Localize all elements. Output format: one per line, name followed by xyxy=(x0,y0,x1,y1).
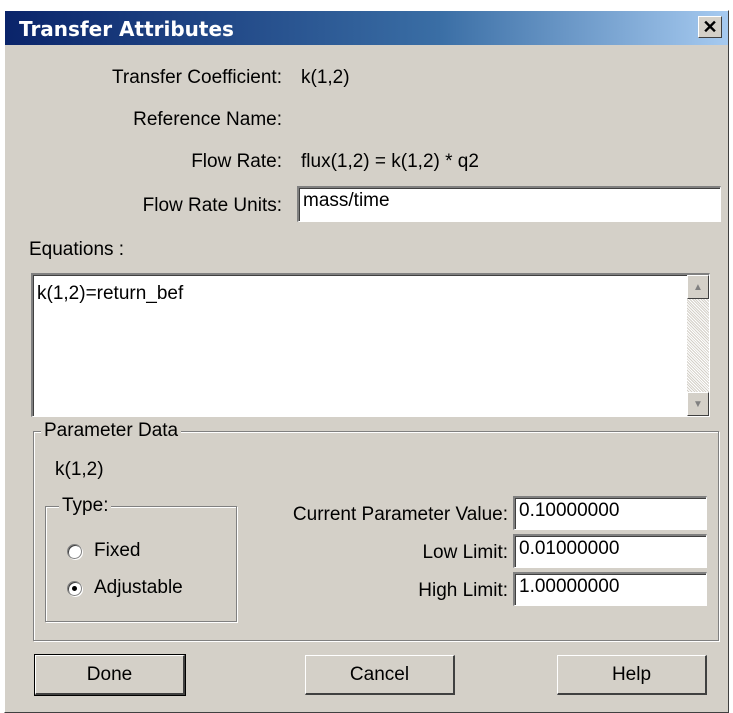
flow-rate-label: Flow Rate: xyxy=(191,151,282,172)
transfer-coefficient-value: k(1,2) xyxy=(301,67,350,88)
radio-adjustable-label: Adjustable xyxy=(94,577,183,598)
parameter-data-legend: Parameter Data xyxy=(41,420,182,442)
title-bar[interactable]: Transfer Attributes ✕ xyxy=(5,11,728,45)
radio-fixed-label: Fixed xyxy=(94,540,141,561)
parameter-name: k(1,2) xyxy=(55,459,104,480)
flow-rate-value: flux(1,2) = k(1,2) * q2 xyxy=(301,151,479,172)
type-group xyxy=(45,506,237,622)
cancel-button[interactable]: Cancel xyxy=(305,655,455,695)
radio-adjustable-button[interactable] xyxy=(67,580,82,596)
high-limit-input[interactable]: 1.00000000 xyxy=(513,572,707,606)
radio-fixed-button[interactable] xyxy=(67,543,82,559)
flow-rate-units-input[interactable]: mass/time xyxy=(297,186,721,222)
window-title: Transfer Attributes xyxy=(19,17,234,41)
help-button[interactable]: Help xyxy=(557,655,707,695)
reference-name-label: Reference Name: xyxy=(133,109,282,130)
equations-text: k(1,2)=return_bef xyxy=(37,283,184,304)
equations-label: Equations : xyxy=(29,239,125,260)
equations-scrollbar[interactable]: ▲ ▼ xyxy=(687,275,709,416)
transfer-coefficient-label: Transfer Coefficient: xyxy=(111,67,282,88)
close-button[interactable]: ✕ xyxy=(698,16,722,38)
scroll-down-arrow-icon[interactable]: ▼ xyxy=(687,392,709,416)
current-parameter-value-label: Current Parameter Value: xyxy=(292,504,508,525)
equations-textarea[interactable]: k(1,2)=return_bef ▲ ▼ xyxy=(31,273,710,417)
scroll-up-arrow-icon[interactable]: ▲ xyxy=(687,275,709,299)
close-icon: ✕ xyxy=(702,17,718,37)
radio-fixed[interactable]: Fixed xyxy=(67,540,140,562)
high-limit-label: High Limit: xyxy=(418,580,508,601)
current-parameter-value-input[interactable]: 0.10000000 xyxy=(513,496,707,530)
flow-rate-units-label: Flow Rate Units: xyxy=(142,195,282,216)
radio-adjustable[interactable]: Adjustable xyxy=(67,577,183,599)
done-button[interactable]: Done xyxy=(34,654,186,696)
type-legend: Type: xyxy=(59,495,112,517)
transfer-attributes-dialog: Transfer Attributes ✕ Transfer Coefficie… xyxy=(4,10,729,713)
low-limit-input[interactable]: 0.01000000 xyxy=(513,534,707,568)
low-limit-label: Low Limit: xyxy=(422,542,508,563)
